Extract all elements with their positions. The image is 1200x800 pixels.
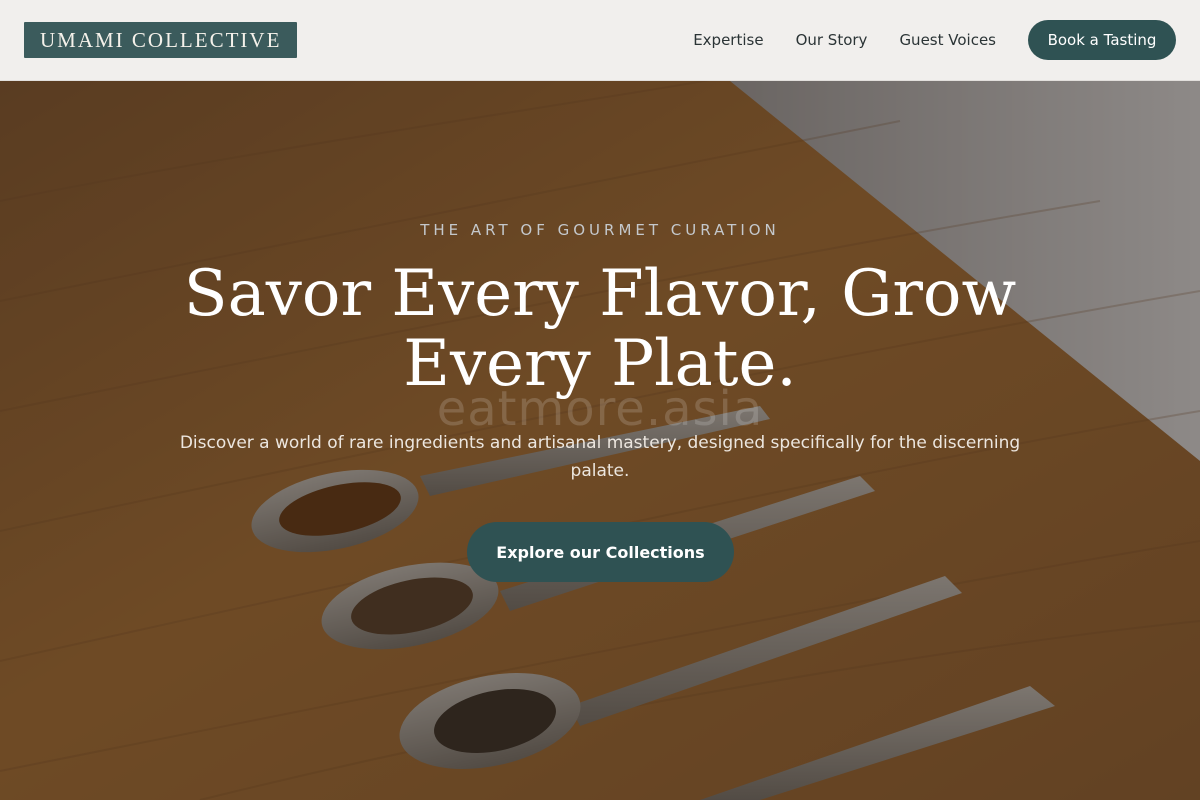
site-header: UMAMI COLLECTIVE Expertise Our Story Gue…	[0, 0, 1200, 81]
site-logo[interactable]: UMAMI COLLECTIVE	[24, 22, 298, 58]
hero-section: THE ART OF GOURMET CURATION eatmore.asia…	[0, 81, 1200, 800]
hero-eyebrow: THE ART OF GOURMET CURATION	[420, 221, 780, 239]
hero-subtext: Discover a world of rare ingredients and…	[179, 433, 1021, 481]
main-nav: Expertise Our Story Guest Voices Book a …	[693, 20, 1176, 60]
hero-headline: Savor Every Flavor, Grow Every Plate.	[183, 257, 1017, 401]
nav-link-our-story[interactable]: Our Story	[796, 31, 868, 49]
nav-link-guest-voices[interactable]: Guest Voices	[899, 31, 996, 49]
book-tasting-button[interactable]: Book a Tasting	[1028, 20, 1176, 60]
explore-collections-button[interactable]: Explore our Collections	[467, 522, 734, 582]
hero-content: THE ART OF GOURMET CURATION eatmore.asia…	[0, 81, 1200, 800]
nav-link-expertise[interactable]: Expertise	[693, 31, 763, 49]
